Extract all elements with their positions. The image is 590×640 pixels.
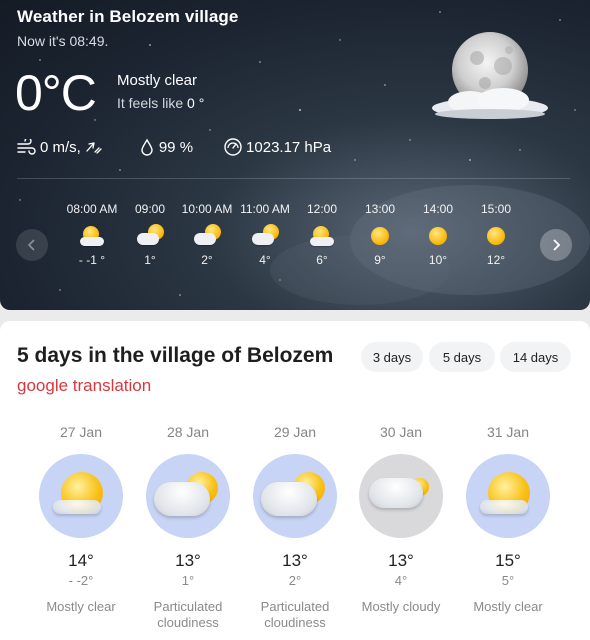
hour-temp: 1° bbox=[144, 253, 156, 267]
sun-icon bbox=[482, 224, 510, 246]
hourly-forecast: 08:00 AM - -1 ° 09:00 1° 10:00 AM 2° 11:… bbox=[60, 202, 530, 282]
day-condition: Mostly clear bbox=[473, 599, 543, 614]
current-temperature: 0°C bbox=[15, 65, 97, 121]
day-condition: Mostly clear bbox=[46, 599, 116, 614]
gauge-icon bbox=[224, 138, 242, 156]
day-min-temp: 2° bbox=[288, 573, 302, 588]
sun-cloud-icon bbox=[466, 454, 550, 538]
day-card[interactable]: 31 Jan 15° 5° Mostly clear bbox=[453, 424, 563, 615]
chevron-left-icon bbox=[27, 239, 35, 251]
hour-item: 10:00 AM 2° bbox=[177, 202, 237, 267]
hour-temp: 4° bbox=[259, 253, 271, 267]
sun-icon bbox=[366, 224, 394, 246]
hour-time: 10:00 AM bbox=[181, 202, 233, 216]
hour-item: 11:00 AM 4° bbox=[235, 202, 295, 267]
humidity-value: 99 % bbox=[158, 138, 194, 156]
day-max-temp: 14° bbox=[68, 551, 94, 570]
day-max-temp: 15° bbox=[495, 551, 521, 570]
hour-item: 09:00 1° bbox=[120, 202, 180, 267]
day-max-temp: 13° bbox=[282, 551, 308, 570]
day-date: 31 Jan bbox=[486, 424, 530, 440]
humidity-stat: 99 % bbox=[138, 138, 193, 156]
hour-time: 14:00 bbox=[422, 202, 454, 216]
hour-temp: 12° bbox=[486, 253, 506, 267]
page-title: Weather in Belozem village bbox=[17, 7, 239, 26]
sun-icon bbox=[424, 224, 452, 246]
day-date: 27 Jan bbox=[59, 424, 103, 440]
day-card[interactable]: 28 Jan 13° 1° Particulated cloudiness bbox=[133, 424, 243, 631]
current-time: Now it's 08:49. bbox=[17, 33, 109, 49]
cloud-sun-icon bbox=[146, 454, 230, 538]
day-min-temp: 5° bbox=[501, 573, 515, 588]
hour-item: 13:00 9° bbox=[350, 202, 410, 267]
day-max-temp: 13° bbox=[175, 551, 201, 570]
hourly-prev-button[interactable] bbox=[16, 229, 48, 261]
cloud-sun-icon bbox=[136, 224, 164, 246]
cloud-sun-icon bbox=[253, 454, 337, 538]
wind-icon bbox=[17, 139, 36, 155]
day-min-temp: 4° bbox=[394, 573, 408, 588]
hour-item: 12:00 6° bbox=[292, 202, 352, 267]
day-date: 28 Jan bbox=[166, 424, 210, 440]
drop-icon bbox=[141, 138, 153, 156]
range-3-days-button[interactable]: 3 days bbox=[361, 342, 423, 372]
hour-temp: 6° bbox=[316, 253, 328, 267]
forecast-title: 5 days in the village of Belozem bbox=[17, 344, 334, 367]
current-stats: 0 m/s, 99 % 1023.17 hPa bbox=[17, 137, 331, 157]
wind-stat: 0 m/s, bbox=[17, 139, 108, 156]
wind-direction-icon bbox=[86, 142, 102, 154]
google-translation-label: google translation bbox=[17, 376, 152, 395]
hour-temp: 10° bbox=[428, 253, 448, 267]
sun-cloud-icon bbox=[78, 224, 106, 246]
day-min-temp: - -2° bbox=[68, 573, 94, 588]
hour-time: 11:00 AM bbox=[240, 202, 290, 216]
current-condition: Mostly clear bbox=[117, 72, 198, 89]
day-card[interactable]: 27 Jan 14° - -2° Mostly clear bbox=[26, 424, 136, 615]
daily-forecast-panel: 5 days in the village of Belozem google … bbox=[0, 321, 590, 640]
day-condition: Particulated cloudiness bbox=[260, 599, 330, 630]
hour-temp: - -1 ° bbox=[78, 253, 106, 267]
sun-cloud-icon bbox=[308, 224, 336, 246]
day-condition: Particulated cloudiness bbox=[153, 599, 223, 630]
hour-temp: 2° bbox=[201, 253, 213, 267]
day-card[interactable]: 30 Jan 13° 4° Mostly cloudy bbox=[346, 424, 456, 615]
panel-divider bbox=[17, 178, 570, 179]
hour-item: 08:00 AM - -1 ° bbox=[62, 202, 122, 267]
day-date: 30 Jan bbox=[379, 424, 423, 440]
day-card[interactable]: 29 Jan 13° 2° Particulated cloudiness bbox=[240, 424, 350, 631]
hour-time: 15:00 bbox=[480, 202, 512, 216]
day-condition: Mostly cloudy bbox=[361, 599, 441, 614]
hour-item: 15:00 12° bbox=[466, 202, 526, 267]
current-weather-panel: Weather in Belozem village Now it's 08:4… bbox=[0, 0, 590, 310]
hour-time: 08:00 AM bbox=[66, 202, 118, 216]
range-14-days-button[interactable]: 14 days bbox=[500, 342, 571, 372]
day-max-temp: 13° bbox=[388, 551, 414, 570]
wind-value: 0 m/s, bbox=[40, 138, 81, 156]
chevron-right-icon bbox=[553, 239, 561, 251]
day-min-temp: 1° bbox=[181, 573, 195, 588]
range-5-days-button[interactable]: 5 days bbox=[429, 342, 495, 372]
cloud-sun-icon bbox=[251, 224, 279, 246]
hour-temp: 9° bbox=[374, 253, 386, 267]
feels-like-value: 0 ° bbox=[187, 95, 205, 111]
pressure-stat: 1023.17 hPa bbox=[223, 137, 331, 157]
pressure-value: 1023.17 hPa bbox=[246, 138, 332, 156]
feels-like: It feels like 0 ° bbox=[117, 95, 204, 111]
sun-cloud-icon bbox=[39, 454, 123, 538]
hourly-next-button[interactable] bbox=[540, 229, 572, 261]
cloud-sun-icon bbox=[193, 224, 221, 246]
hour-time: 09:00 bbox=[134, 202, 166, 216]
hour-time: 12:00 bbox=[306, 202, 338, 216]
day-date: 29 Jan bbox=[273, 424, 317, 440]
hour-item: 14:00 10° bbox=[408, 202, 468, 267]
cloudy-icon bbox=[359, 454, 443, 538]
moon-cloud-icon bbox=[432, 32, 548, 119]
feels-like-label: It feels like bbox=[117, 95, 184, 111]
hour-time: 13:00 bbox=[364, 202, 396, 216]
